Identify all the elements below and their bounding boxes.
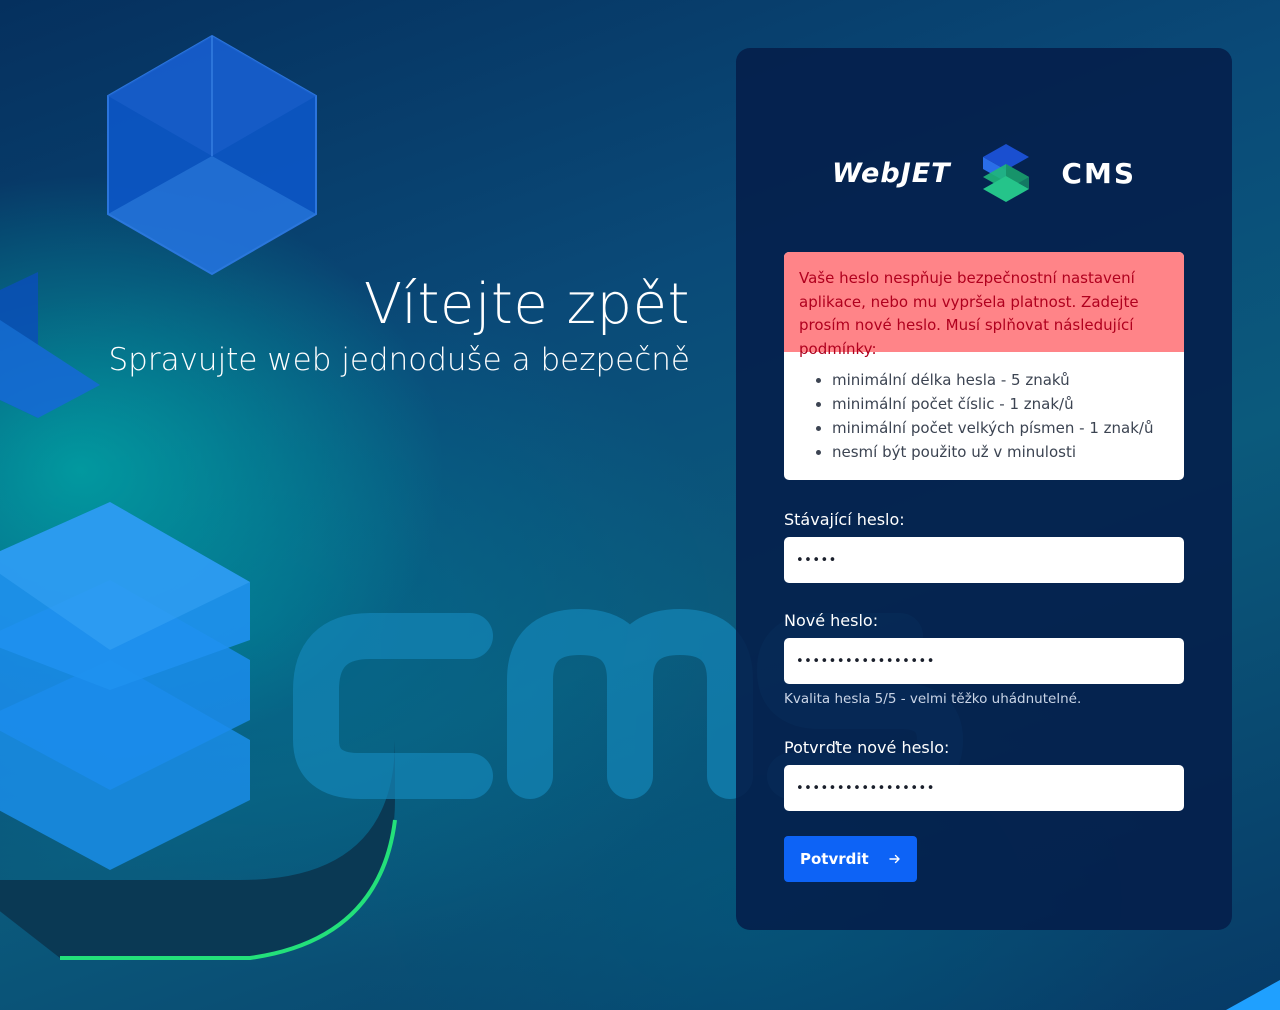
- current-password-field[interactable]: [784, 537, 1184, 583]
- password-rules-list: minimální délka hesla - 5 znaků minimáln…: [784, 352, 1184, 480]
- password-rule: nesmí být použito už v minulosti: [832, 440, 1172, 464]
- brand-logo: WebJET CMS: [832, 140, 1136, 206]
- brand-right-text: CMS: [1061, 156, 1136, 190]
- current-password-label: Stávající heslo:: [784, 510, 905, 529]
- password-rule: minimální počet číslic - 1 znak/ů: [832, 392, 1172, 416]
- login-panel: WebJET CMS Vaše heslo nespňuje bezpečnos…: [736, 48, 1232, 930]
- corner-accent: [1226, 980, 1280, 1010]
- login-page: Vítejte zpět Spravujte web jednoduše a b…: [0, 0, 1280, 1010]
- new-password-field[interactable]: [784, 638, 1184, 684]
- alert-message: Vaše heslo nespňuje bezpečnostní nastave…: [784, 252, 1184, 358]
- cube-decoration: [107, 34, 317, 276]
- webjet-logo-icon: [983, 144, 1030, 202]
- password-strength-hint: Kvalita hesla 5/5 - velmi těžko uhádnute…: [784, 691, 1082, 707]
- confirm-password-field[interactable]: [784, 765, 1184, 811]
- welcome-subtitle: Spravujte web jednoduše a bezpečně: [108, 342, 690, 378]
- arrow-right-icon: [889, 854, 900, 864]
- password-rule: minimální počet velkých písmen - 1 znak/…: [832, 416, 1172, 440]
- confirm-button[interactable]: Potvrdit: [784, 836, 917, 882]
- confirm-password-label: Potvrďte nové heslo:: [784, 738, 950, 757]
- brand-left-text: WebJET: [832, 157, 951, 189]
- password-rule: minimální délka hesla - 5 znaků: [832, 368, 1172, 392]
- hero: Vítejte zpět Spravujte web jednoduše a b…: [108, 270, 690, 380]
- welcome-title: Vítejte zpět: [363, 272, 690, 337]
- password-policy-alert: Vaše heslo nespňuje bezpečnostní nastave…: [784, 252, 1184, 480]
- confirm-button-label: Potvrdit: [800, 850, 869, 868]
- new-password-label: Nové heslo:: [784, 611, 879, 630]
- pyramid-decoration: [0, 272, 100, 418]
